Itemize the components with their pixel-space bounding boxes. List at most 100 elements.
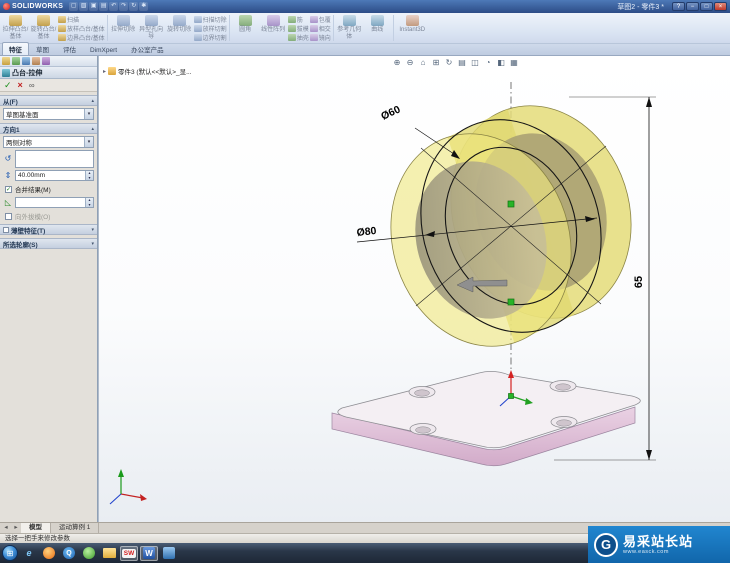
- thin-feature-section-header[interactable]: 薄壁特征(T) ▾: [0, 224, 97, 235]
- tab-evaluate[interactable]: 评估: [56, 42, 83, 55]
- revolve-boss-button[interactable]: 旋转凸台/基体: [30, 14, 57, 42]
- ie-taskbar-button[interactable]: e: [20, 546, 38, 561]
- explorer-taskbar-button[interactable]: [100, 546, 118, 561]
- featuremanager-tab-icon[interactable]: [2, 57, 10, 65]
- merge-result-checkbox-row[interactable]: ✓ 合并结果(M): [5, 184, 92, 194]
- thin-feature-checkbox[interactable]: [3, 226, 9, 233]
- mirror-button[interactable]: 镜向: [309, 33, 331, 42]
- cancel-button[interactable]: ×: [18, 80, 23, 90]
- draft-outward-checkbox[interactable]: [5, 212, 12, 220]
- extrude-cut-button[interactable]: 拉伸切除: [110, 14, 137, 42]
- diameter-60-dimension[interactable]: Ø60: [379, 103, 402, 122]
- new-file-icon[interactable]: ▢: [69, 2, 79, 11]
- draft-on-off-icon[interactable]: ◺: [3, 198, 13, 208]
- close-button[interactable]: ×: [714, 2, 727, 11]
- plate-hole[interactable]: [409, 423, 437, 435]
- options-icon[interactable]: ✱: [139, 2, 149, 11]
- from-condition-select[interactable]: 草图基准面 ▾: [3, 108, 94, 120]
- display-style-icon[interactable]: ▤: [456, 57, 468, 68]
- zoom-out-icon[interactable]: ⊖: [404, 57, 416, 68]
- extrude-handle-top[interactable]: [507, 200, 515, 208]
- undo-icon[interactable]: ↶: [109, 2, 119, 11]
- plate-hole[interactable]: [408, 386, 436, 398]
- maximize-button[interactable]: □: [700, 2, 713, 11]
- wrap-button[interactable]: 包覆: [309, 15, 331, 24]
- 3d-scene[interactable]: Ø80 Ø60 65: [99, 56, 730, 522]
- configurationmanager-tab-icon[interactable]: [22, 57, 30, 65]
- redo-icon[interactable]: ↷: [119, 2, 129, 11]
- section-view-icon[interactable]: ◫: [469, 57, 481, 68]
- minimize-button[interactable]: −: [686, 2, 699, 11]
- zoom-fit-icon[interactable]: ⌂: [417, 57, 429, 68]
- boundary-boss-button[interactable]: 边界凸台/基体: [58, 33, 105, 42]
- solidworks-taskbar-button[interactable]: SW: [120, 545, 138, 561]
- view-orientation-icon[interactable]: ▦: [508, 57, 520, 68]
- reverse-direction-icon[interactable]: ↺: [3, 154, 13, 164]
- boundary-cut-button[interactable]: 边界切割: [193, 33, 227, 42]
- sweep-cut-button[interactable]: 扫描切除: [193, 15, 227, 24]
- graphics-area[interactable]: Ø80 Ø60 65 ⊕ ⊖ ⌂ ⊞ ↻ ▤ ◫ ◔ ◧ ▦ ▸ 零件3 (默认…: [98, 56, 730, 522]
- extrude-preview-cylinder[interactable]: [364, 82, 658, 370]
- qq-taskbar-button[interactable]: Q: [60, 546, 78, 561]
- hide-show-items-icon[interactable]: ◔: [482, 57, 494, 68]
- linear-pattern-button[interactable]: 线性阵列: [260, 14, 287, 42]
- diameter-80-dimension[interactable]: Ø80: [356, 225, 377, 239]
- tab-dimxpert[interactable]: DimXpert: [83, 45, 124, 55]
- ok-button[interactable]: ✓: [4, 80, 12, 91]
- tab-sketch[interactable]: 草图: [29, 42, 56, 55]
- extrude-handle-bottom[interactable]: [507, 298, 515, 306]
- firefox-taskbar-button[interactable]: [40, 546, 58, 561]
- spinner-control[interactable]: ▴ ▾: [85, 197, 93, 208]
- selected-contours-section-header[interactable]: 所选轮廓(S) ▾: [0, 238, 97, 249]
- flyout-expand-icon[interactable]: ▸: [103, 68, 106, 75]
- tab-motion-study[interactable]: 运动算例 1: [51, 523, 100, 533]
- instant3d-button[interactable]: Instant3D: [396, 14, 429, 42]
- origin-handle[interactable]: [508, 393, 514, 399]
- end-condition-select[interactable]: 两侧对称 ▾: [3, 136, 94, 148]
- displaymanager-tab-icon[interactable]: [42, 57, 50, 65]
- propertymanager-tab-icon[interactable]: [12, 57, 20, 65]
- open-file-icon[interactable]: ▧: [79, 2, 89, 11]
- tab-office[interactable]: 办公室产品: [124, 42, 171, 55]
- depth-input[interactable]: 40.00mm ▴ ▾: [15, 170, 94, 181]
- zoom-in-icon[interactable]: ⊕: [391, 57, 403, 68]
- intersect-button[interactable]: 相交: [309, 24, 331, 33]
- draft-outward-checkbox-row[interactable]: 向外拔模(O): [5, 211, 92, 221]
- tab-model[interactable]: 模型: [21, 523, 51, 533]
- draft-angle-input[interactable]: ▴ ▾: [15, 197, 94, 208]
- merge-result-checkbox[interactable]: ✓: [5, 185, 12, 193]
- plate-hole[interactable]: [550, 416, 578, 428]
- save-icon[interactable]: ▣: [89, 2, 99, 11]
- start-button[interactable]: ⊞: [2, 545, 18, 561]
- word-taskbar-button[interactable]: W: [140, 545, 158, 561]
- app-taskbar-button[interactable]: [160, 546, 178, 561]
- rib-button[interactable]: 筋: [287, 15, 309, 24]
- help-button[interactable]: ?: [672, 2, 685, 11]
- hole-wizard-button[interactable]: 异型孔向导: [138, 14, 165, 42]
- base-plate[interactable]: [331, 370, 641, 467]
- tab-features[interactable]: 特征: [2, 42, 29, 55]
- spin-down-icon[interactable]: ▾: [86, 202, 93, 208]
- extrude-boss-button[interactable]: 拉伸凸台/基体: [2, 14, 29, 42]
- fillet-button[interactable]: 圆角: [232, 14, 259, 42]
- dimxpertmanager-tab-icon[interactable]: [32, 57, 40, 65]
- appearance-icon[interactable]: ◧: [495, 57, 507, 68]
- loft-button[interactable]: 放样凸台/基体: [58, 24, 105, 33]
- sweep-button[interactable]: 扫描: [58, 15, 105, 24]
- tab-scroll-prev-icon[interactable]: ◂: [1, 523, 11, 533]
- height-65-dimension[interactable]: 65: [633, 276, 645, 288]
- draft-button[interactable]: 拔模: [287, 24, 309, 33]
- direction-reference-box[interactable]: [15, 150, 94, 168]
- flyout-feature-tree[interactable]: ▸ 零件3 (默认<<默认>_显...: [103, 66, 192, 76]
- revolve-cut-button[interactable]: 旋转切除: [166, 14, 193, 42]
- preview-glasses-icon[interactable]: ∞: [29, 81, 35, 90]
- rebuild-icon[interactable]: ↻: [129, 2, 139, 11]
- from-section-header[interactable]: 从(F) ▴: [0, 95, 97, 106]
- curves-button[interactable]: 曲线: [364, 14, 391, 42]
- spin-down-icon[interactable]: ▾: [86, 175, 93, 181]
- shell-button[interactable]: 抽壳: [287, 33, 309, 42]
- plate-hole[interactable]: [549, 380, 577, 392]
- loft-cut-button[interactable]: 放样切割: [193, 24, 227, 33]
- direction1-section-header[interactable]: 方向1 ▴: [0, 123, 97, 134]
- rotate-view-icon[interactable]: ↻: [443, 57, 455, 68]
